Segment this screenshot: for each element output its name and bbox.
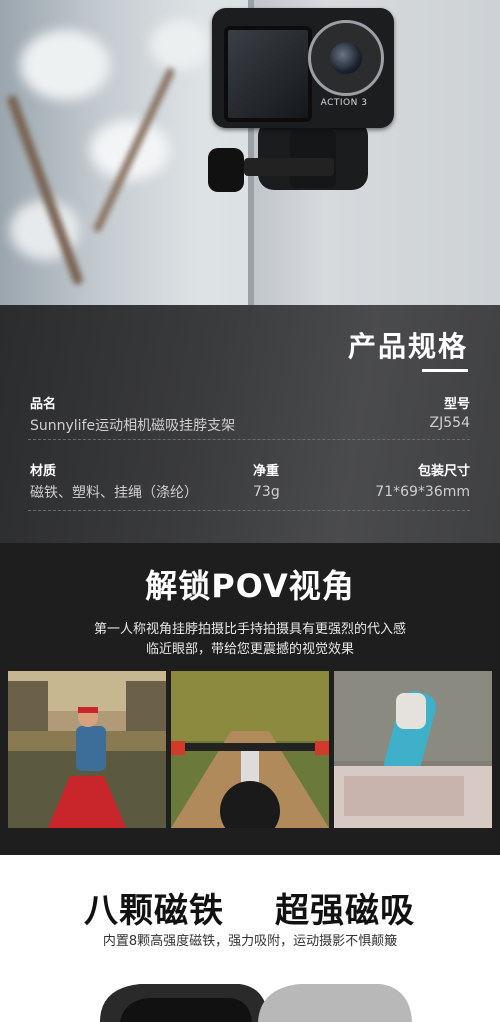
divider bbox=[28, 510, 470, 512]
hero-product-image: ACTION 3 bbox=[0, 0, 500, 305]
pov-subtitle-line2: 临近眼部，带给您更震撼的视觉效果 bbox=[145, 642, 354, 657]
spec-section: 产品规格 品名 型号 Sunnylife运动相机磁吸挂脖支架 ZJ554 材质 … bbox=[0, 305, 500, 543]
material-label: 材质 bbox=[30, 464, 57, 479]
pov-section: 解锁POV视角 第一人称视角挂脖拍摄比手持拍摄具有更强烈的代入感 临近眼部，带给… bbox=[0, 543, 500, 855]
magnet-title-left: 八颗磁铁 bbox=[84, 891, 224, 931]
name-value: Sunnylife运动相机磁吸挂脖支架 bbox=[30, 418, 236, 434]
package-label: 包装尺寸 bbox=[417, 464, 470, 479]
weight-value: 73g bbox=[253, 484, 280, 500]
product-detail-page: ACTION 3 产品规格 品名 型号 Sunnylife运动相机磁吸挂脖支架 … bbox=[0, 0, 500, 1022]
camera-brand-label: ACTION 3 bbox=[320, 98, 368, 108]
magnet-mount-preview bbox=[100, 984, 412, 1022]
spec-title-underline bbox=[422, 369, 468, 372]
divider bbox=[28, 439, 470, 441]
photo-bike-trail bbox=[171, 671, 329, 828]
mount-screw bbox=[244, 158, 334, 176]
magnet-section: 八颗磁铁 超强磁吸 内置8颗高强度磁铁，强力吸附，运动摄影不惧颠簸 bbox=[0, 855, 500, 1022]
weight-label: 净重 bbox=[253, 464, 280, 479]
photo-canoe bbox=[8, 671, 166, 828]
pov-title: 解锁POV视角 bbox=[145, 567, 355, 605]
name-label: 品名 bbox=[30, 397, 57, 412]
mount-knob bbox=[208, 148, 244, 192]
spec-title: 产品规格 bbox=[347, 330, 468, 363]
material-value: 磁铁、塑料、挂绳（涤纶） bbox=[30, 485, 198, 501]
photo-skateboard bbox=[334, 671, 492, 828]
magnet-subtitle: 内置8颗高强度磁铁，强力吸附，运动摄影不惧颠簸 bbox=[102, 934, 398, 949]
magnet-title-right: 超强磁吸 bbox=[275, 891, 415, 931]
camera-screen bbox=[224, 26, 312, 122]
pov-subtitle-line1: 第一人称视角挂脖拍摄比手持拍摄具有更强烈的代入感 bbox=[93, 622, 406, 637]
camera-lens bbox=[330, 42, 362, 74]
blossom-blur bbox=[20, 30, 110, 100]
package-value: 71*69*36mm bbox=[375, 484, 470, 500]
blossom-blur bbox=[150, 20, 210, 70]
model-label: 型号 bbox=[443, 397, 470, 412]
model-value: ZJ554 bbox=[429, 415, 470, 431]
